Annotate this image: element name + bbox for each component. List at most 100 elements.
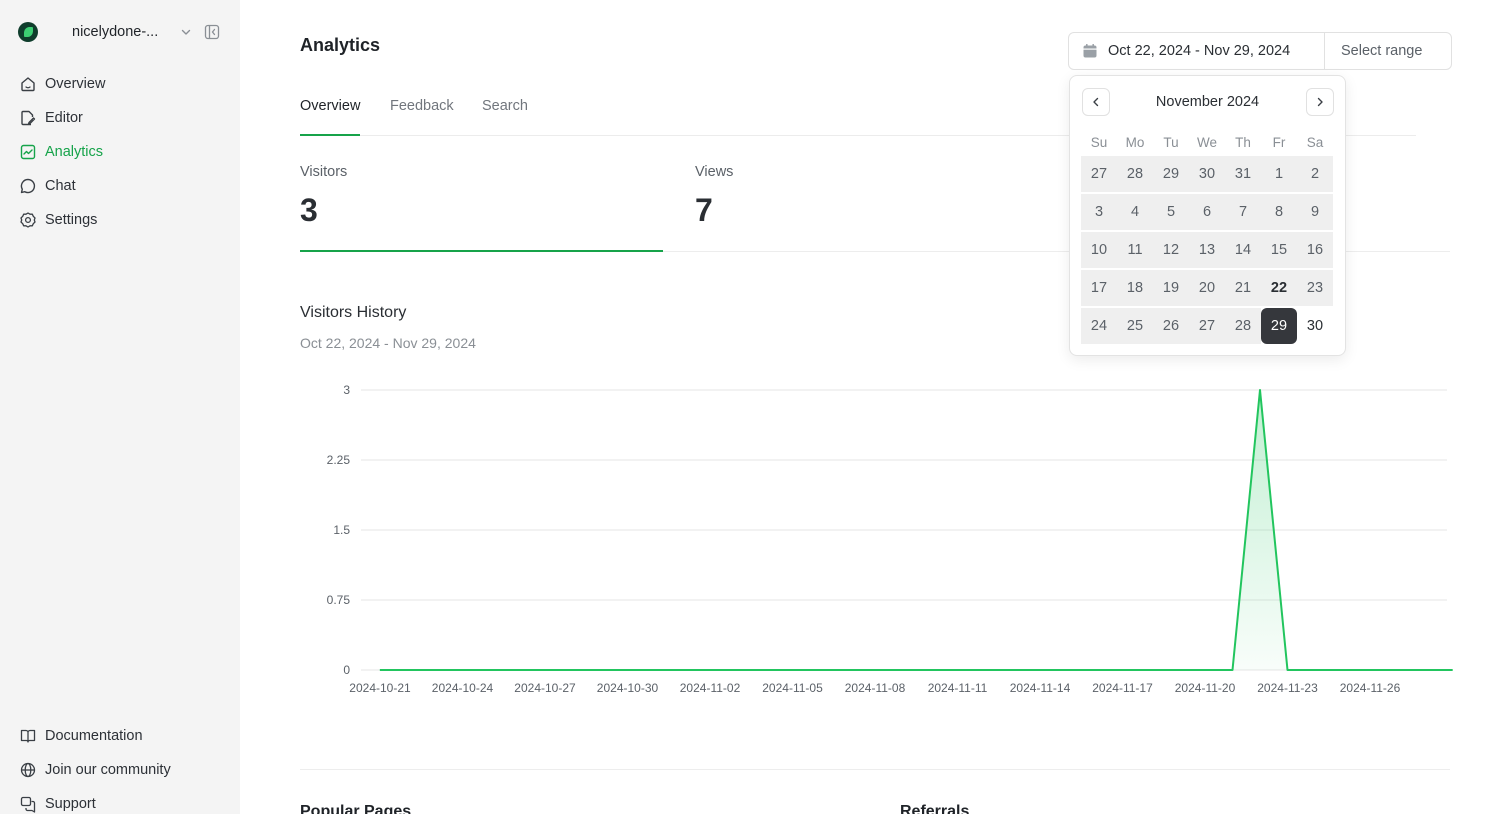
calendar-day[interactable]: 5 — [1153, 194, 1189, 230]
calendar-day[interactable]: 13 — [1189, 232, 1225, 268]
calendar-day[interactable]: 30 — [1189, 156, 1225, 192]
calendar-day[interactable]: 24 — [1081, 308, 1117, 344]
chevron-down-icon[interactable] — [179, 25, 193, 39]
data-point — [1204, 669, 1206, 671]
calendar-day[interactable]: 23 — [1297, 270, 1333, 306]
x-tick-label: 2024-10-27 — [514, 681, 576, 695]
date-range-value: Oct 22, 2024 - Nov 29, 2024 — [1108, 43, 1291, 59]
sidebar-item-documentation[interactable]: Documentation — [18, 724, 218, 748]
x-tick-label: 2024-11-17 — [1092, 681, 1153, 695]
chat-icon — [20, 178, 36, 194]
data-point — [1342, 669, 1343, 671]
calendar-day[interactable]: 12 — [1153, 232, 1189, 268]
calendar-icon — [1083, 44, 1097, 58]
sidebar-item-label: Overview — [45, 76, 106, 92]
x-tick-label: 2024-10-24 — [432, 681, 494, 695]
gear-icon — [20, 212, 36, 228]
data-point — [1259, 389, 1261, 391]
calendar-day[interactable]: 10 — [1081, 232, 1117, 268]
calendar-day[interactable]: 4 — [1117, 194, 1153, 230]
calendar-day[interactable]: 11 — [1117, 232, 1153, 268]
calendar-day[interactable]: 16 — [1297, 232, 1333, 268]
visitors-history-chart: 0 0.75 1.5 2.25 3 2024-10-21 2024-10-24 2024-10… — [327, 383, 1453, 695]
select-range-dropdown[interactable]: Select range — [1341, 43, 1422, 59]
calendar-day[interactable]: 6 — [1189, 194, 1225, 230]
calendar-day[interactable]: 17 — [1081, 270, 1117, 306]
calendar-day[interactable]: 15 — [1261, 232, 1297, 268]
calendar-day[interactable]: 27 — [1189, 308, 1225, 344]
sidebar-item-community[interactable]: Join our community — [18, 758, 218, 782]
y-tick-label: 3 — [343, 383, 350, 397]
calendar-day[interactable]: 1 — [1261, 156, 1297, 192]
data-point — [1424, 669, 1426, 671]
calendar-day[interactable]: 7 — [1225, 194, 1261, 230]
weekday-label: Fr — [1272, 135, 1286, 150]
sidebar-item-overview[interactable]: Overview — [18, 72, 218, 96]
calendar-day[interactable]: 14 — [1225, 232, 1261, 268]
x-tick-label: 2024-10-30 — [597, 681, 659, 695]
sidebar: nicelydone-... Overview Editor Analytics… — [0, 0, 240, 814]
chevron-right-icon — [1317, 97, 1323, 107]
calendar-day[interactable]: 21 — [1225, 270, 1261, 306]
x-tick-label: 2024-11-11 — [928, 681, 988, 695]
calendar-day[interactable]: 25 — [1117, 308, 1153, 344]
tab-feedback[interactable]: Feedback — [390, 96, 454, 136]
sidebar-item-label: Editor — [45, 110, 83, 126]
calendar-day[interactable]: 18 — [1117, 270, 1153, 306]
org-name: nicelydone-... — [72, 24, 159, 40]
calendar-day[interactable]: 28 — [1117, 156, 1153, 192]
date-range-picker[interactable]: Oct 22, 2024 - Nov 29, 2024 Select range — [1068, 32, 1452, 70]
tab-overview[interactable]: Overview — [300, 96, 361, 136]
y-tick-label: 0.75 — [327, 593, 351, 607]
next-month-button[interactable] — [1306, 88, 1334, 116]
data-point — [379, 669, 381, 671]
calendar-day[interactable]: 9 — [1297, 194, 1333, 230]
calendar-day[interactable]: 22 — [1261, 270, 1297, 306]
calendar-day[interactable]: 2 — [1297, 156, 1333, 192]
org-switcher[interactable]: nicelydone-... — [18, 21, 224, 43]
visitors-history-subtitle: Oct 22, 2024 - Nov 29, 2024 — [300, 335, 476, 351]
data-point — [1397, 669, 1398, 671]
book-icon — [20, 729, 36, 743]
y-tick-label: 0 — [343, 663, 350, 677]
tab-search[interactable]: Search — [482, 96, 528, 136]
sidebar-item-label: Analytics — [45, 144, 104, 160]
referrals-title: Referrals — [900, 803, 970, 814]
calendar-day[interactable]: 26 — [1153, 308, 1189, 344]
calendar-day[interactable]: 29 — [1153, 156, 1189, 192]
chart-icon — [20, 144, 36, 160]
x-tick-label: 2024-11-05 — [762, 681, 823, 695]
sidebar-item-chat[interactable]: Chat — [18, 174, 218, 198]
weekday-label: We — [1196, 135, 1217, 150]
edit-icon — [21, 110, 36, 126]
calendar-day[interactable]: 28 — [1225, 308, 1261, 344]
stats-active-indicator — [300, 250, 663, 252]
sidebar-item-label: Settings — [45, 212, 98, 228]
collapse-sidebar-icon[interactable] — [204, 24, 220, 40]
data-point — [1232, 669, 1233, 671]
globe-icon — [20, 762, 36, 778]
stat-views-value: 7 — [695, 192, 713, 228]
calendar-day[interactable]: 3 — [1081, 194, 1117, 230]
sidebar-item-support[interactable]: Support — [18, 792, 218, 814]
sidebar-item-label: Chat — [45, 178, 76, 194]
stat-visitors-label[interactable]: Visitors — [300, 164, 347, 180]
calendar-day[interactable]: 27 — [1081, 156, 1117, 192]
x-tick-label: 2024-11-23 — [1257, 681, 1318, 695]
weekday-label: Th — [1235, 135, 1251, 150]
calendar-day[interactable]: 20 — [1189, 270, 1225, 306]
calendar-day[interactable]: 19 — [1153, 270, 1189, 306]
visitors-history-title: Visitors History — [300, 304, 407, 321]
stat-views-label[interactable]: Views — [695, 164, 733, 180]
section-divider — [300, 769, 1450, 770]
sidebar-item-label: Documentation — [45, 728, 143, 744]
calendar-day[interactable]: 8 — [1261, 194, 1297, 230]
calendar-day[interactable]: 29 — [1261, 308, 1297, 344]
calendar-day[interactable]: 31 — [1225, 156, 1261, 192]
date-range-separator — [1324, 33, 1325, 69]
sidebar-item-editor[interactable]: Editor — [18, 106, 218, 130]
support-icon — [20, 796, 36, 813]
sidebar-item-analytics[interactable]: Analytics — [18, 140, 218, 164]
sidebar-item-settings[interactable]: Settings — [18, 208, 218, 232]
calendar-day[interactable]: 30 — [1297, 308, 1333, 344]
